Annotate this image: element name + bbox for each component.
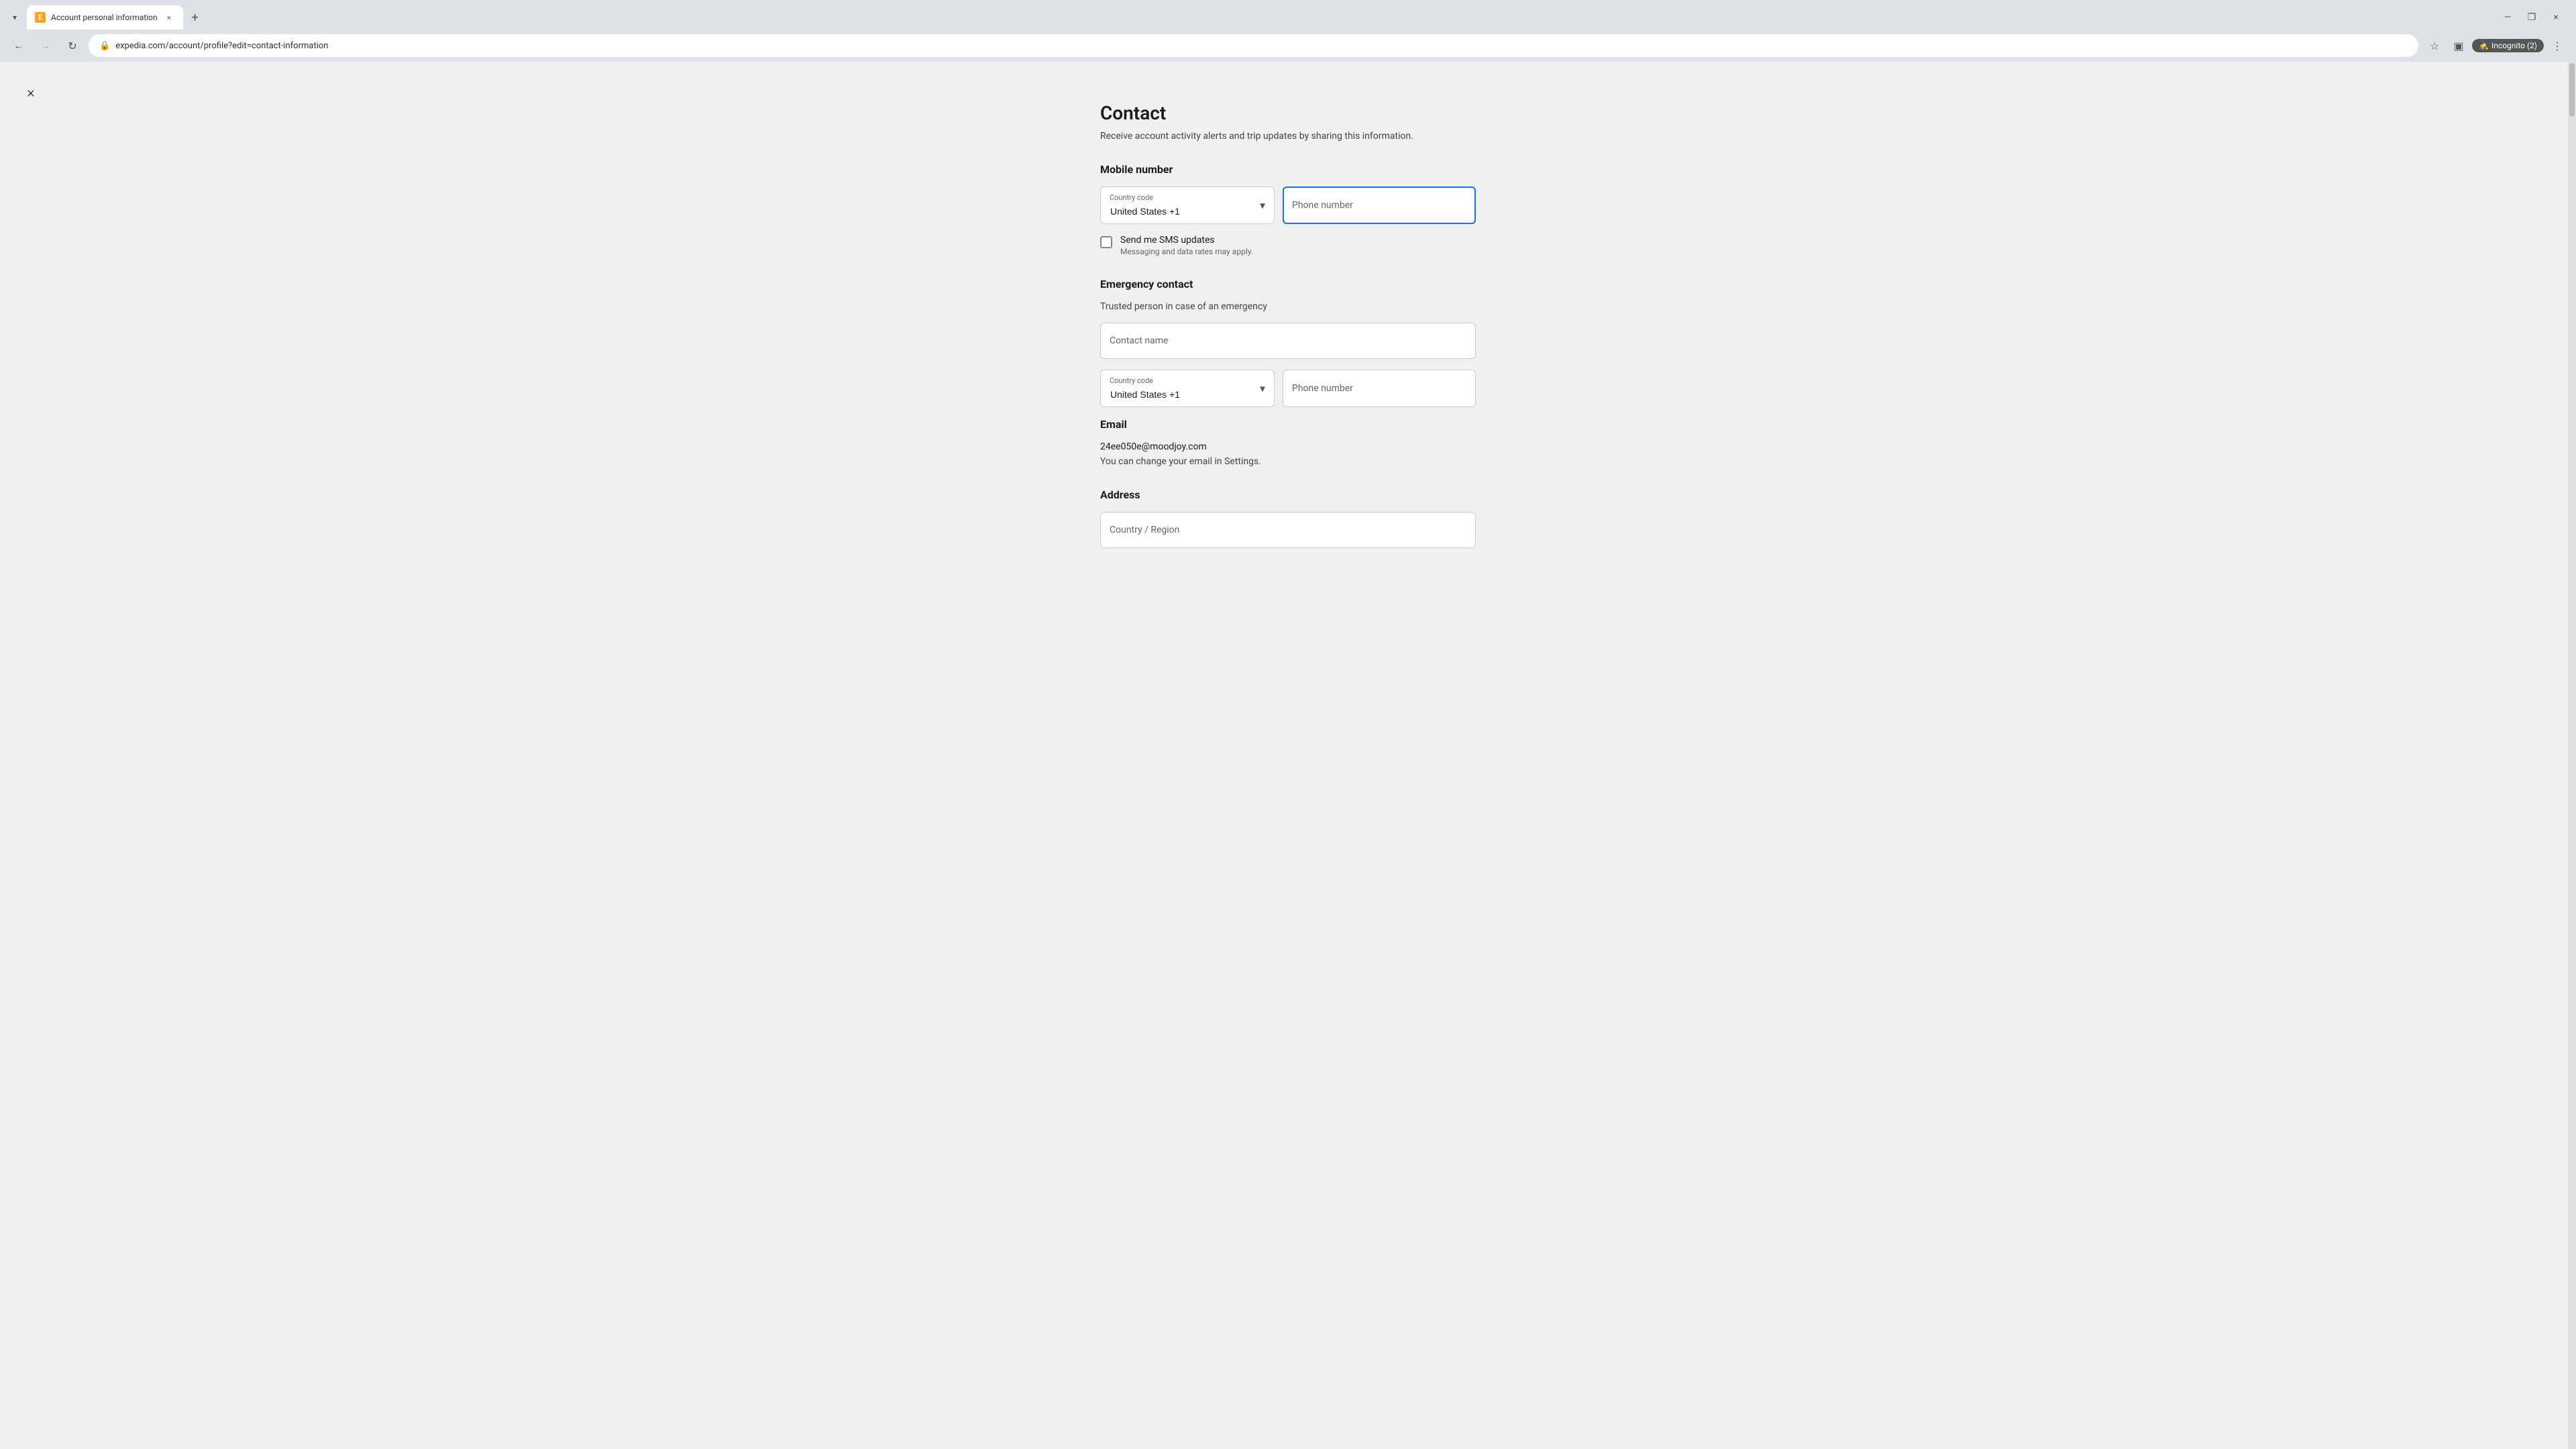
bookmark-button[interactable]: ☆ bbox=[2424, 35, 2445, 56]
security-icon: 🔒 bbox=[99, 41, 110, 51]
sms-checkbox-label: Send me SMS updates bbox=[1120, 235, 1253, 246]
nav-actions: ☆ ▣ 🕵 Incognito (2) ⋮ bbox=[2424, 35, 2568, 56]
sidebar-button[interactable]: ▣ bbox=[2448, 35, 2469, 56]
country-region-input[interactable] bbox=[1100, 512, 1476, 548]
maximize-button[interactable]: ❐ bbox=[2522, 8, 2541, 27]
more-menu-button[interactable]: ⋮ bbox=[2546, 35, 2568, 56]
tab-bar: ▾ E Account personal information × + — ❐… bbox=[0, 0, 2576, 30]
mobile-country-code-select[interactable]: United States +1 bbox=[1100, 186, 1275, 224]
address-title: Address bbox=[1100, 488, 1476, 501]
tab-favicon: E bbox=[35, 12, 46, 23]
address-bar[interactable]: 🔒 expedia.com/account/profile?edit=conta… bbox=[89, 34, 2418, 57]
email-change-note: You can change your email in Settings. bbox=[1100, 456, 1476, 467]
forward-button[interactable]: → bbox=[35, 35, 56, 56]
window-controls: — ❐ × bbox=[2498, 8, 2571, 27]
incognito-badge[interactable]: 🕵 Incognito (2) bbox=[2472, 39, 2544, 52]
sms-label-group: Send me SMS updates Messaging and data r… bbox=[1120, 235, 1253, 256]
contact-name-input[interactable] bbox=[1100, 323, 1476, 359]
emergency-contact-section: Emergency contact Trusted person in case… bbox=[1100, 278, 1476, 407]
emergency-phone-input[interactable] bbox=[1283, 370, 1476, 407]
tab-dropdown-arrow[interactable]: ▾ bbox=[5, 8, 24, 27]
content-area: Contact Receive account activity alerts … bbox=[1087, 62, 1489, 588]
mobile-phone-field: Phone number bbox=[1283, 186, 1476, 224]
close-window-button[interactable]: × bbox=[2546, 8, 2565, 27]
tab-close-button[interactable]: × bbox=[163, 11, 175, 23]
emergency-phone-row: Country code United States +1 Phone numb… bbox=[1100, 370, 1476, 407]
sms-checkbox[interactable] bbox=[1100, 236, 1112, 248]
tab-title: Account personal information bbox=[51, 13, 158, 22]
mobile-phone-input[interactable] bbox=[1283, 186, 1476, 224]
url-text: expedia.com/account/profile?edit=contact… bbox=[115, 41, 2408, 51]
mobile-country-code-wrapper: Country code United States +1 bbox=[1100, 186, 1275, 224]
email-section: Email 24ee050e@moodjoy.com You can chang… bbox=[1100, 418, 1476, 467]
page-subtitle: Receive account activity alerts and trip… bbox=[1100, 131, 1476, 142]
mobile-number-title: Mobile number bbox=[1100, 163, 1476, 176]
emergency-phone-field: Phone number bbox=[1283, 370, 1476, 407]
address-input-row: Country / Region bbox=[1100, 512, 1476, 548]
address-section: Address Country / Region bbox=[1100, 488, 1476, 548]
scrollbar[interactable] bbox=[2568, 62, 2576, 1449]
active-tab[interactable]: E Account personal information × bbox=[27, 5, 183, 30]
emergency-country-code-select[interactable]: United States +1 bbox=[1100, 370, 1275, 407]
back-button[interactable]: ← bbox=[8, 35, 30, 56]
emergency-phone-wrapper: Phone number bbox=[1283, 370, 1476, 407]
country-region-wrapper: Country / Region bbox=[1100, 512, 1476, 548]
mobile-number-row: Country code United States +1 Phone numb… bbox=[1100, 186, 1476, 224]
mobile-number-section: Mobile number Country code United States… bbox=[1100, 163, 1476, 256]
emergency-country-code-wrapper: Country code United States +1 bbox=[1100, 370, 1275, 407]
scrollbar-thumb[interactable] bbox=[2569, 63, 2575, 117]
emergency-contact-title: Emergency contact bbox=[1100, 278, 1476, 290]
browser-chrome: ▾ E Account personal information × + — ❐… bbox=[0, 0, 2576, 62]
minimize-button[interactable]: — bbox=[2498, 8, 2517, 27]
mobile-country-code-field: Country code United States +1 bbox=[1100, 186, 1275, 224]
close-page-button[interactable]: × bbox=[19, 80, 43, 105]
email-value: 24ee050e@moodjoy.com bbox=[1100, 441, 1476, 452]
contact-name-row: Contact name bbox=[1100, 323, 1476, 359]
email-title: Email bbox=[1100, 418, 1476, 431]
emergency-contact-desc: Trusted person in case of an emergency bbox=[1100, 301, 1476, 312]
page-title: Contact bbox=[1100, 102, 1476, 124]
new-tab-button[interactable]: + bbox=[186, 8, 205, 27]
nav-bar: ← → ↻ 🔒 expedia.com/account/profile?edit… bbox=[0, 30, 2576, 62]
emergency-country-code-field: Country code United States +1 bbox=[1100, 370, 1275, 407]
refresh-button[interactable]: ↻ bbox=[62, 35, 83, 56]
sms-checkbox-sublabel: Messaging and data rates may apply. bbox=[1120, 247, 1253, 256]
page-wrapper: × Contact Receive account activity alert… bbox=[0, 62, 2576, 1449]
sms-checkbox-row: Send me SMS updates Messaging and data r… bbox=[1100, 235, 1476, 256]
mobile-phone-wrapper: Phone number bbox=[1283, 186, 1476, 224]
contact-name-field: Contact name bbox=[1100, 323, 1476, 359]
